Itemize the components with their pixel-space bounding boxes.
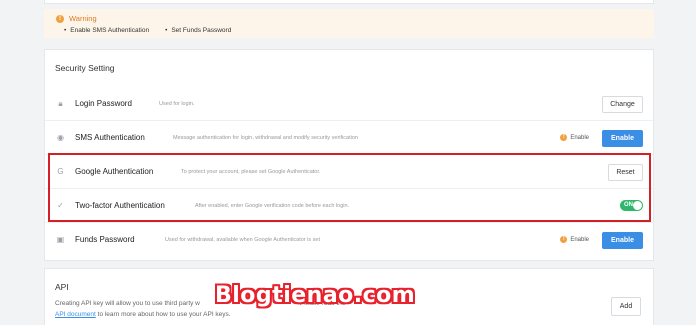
status-badge: ! Enable: [560, 134, 589, 141]
status-badge: ! Enable: [560, 236, 589, 243]
row-name: SMS Authentication: [75, 133, 145, 142]
row-desc: Used for login.: [159, 101, 195, 107]
api-document-link[interactable]: API document: [55, 311, 96, 318]
top-card-edge: [44, 0, 654, 4]
sms-icon: ◉: [57, 133, 64, 142]
warning-banner: ! Warning Enable SMS Authentication Set …: [44, 9, 654, 38]
section-title: Security Setting: [55, 63, 115, 73]
row-funds-password: ▣ Funds Password Used for withdrawal, av…: [45, 223, 655, 257]
warning-icon: !: [56, 14, 64, 23]
row-name: Funds Password: [75, 235, 135, 244]
enable-sms-button[interactable]: Enable: [602, 130, 643, 147]
row-login-password: 🔒︎ Login Password Used for login. Change: [45, 87, 655, 121]
alert-icon: !: [560, 236, 568, 243]
wallet-icon: ▣: [56, 235, 65, 244]
highlight-box: [48, 153, 651, 222]
add-api-key-button[interactable]: Add: [611, 297, 641, 316]
lock-icon: 🔒︎: [58, 99, 63, 108]
alert-icon: !: [560, 134, 568, 141]
row-desc: Message authentication for login, withdr…: [173, 135, 358, 141]
watermark-logo: Blogtienao.com: [215, 283, 416, 308]
warning-title: ! Warning: [56, 14, 97, 23]
change-button[interactable]: Change: [602, 96, 643, 113]
warning-item: Enable SMS Authentication: [64, 27, 149, 34]
row-sms-authentication: ◉ SMS Authentication Message authenticat…: [45, 121, 655, 155]
api-title: API: [55, 282, 69, 292]
row-desc: Used for withdrawal, available when Goog…: [165, 237, 321, 243]
enable-funds-button[interactable]: Enable: [602, 232, 643, 249]
warning-item: Set Funds Password: [165, 27, 231, 34]
row-name: Login Password: [75, 99, 132, 108]
warning-list: Enable SMS Authentication Set Funds Pass…: [64, 27, 231, 34]
